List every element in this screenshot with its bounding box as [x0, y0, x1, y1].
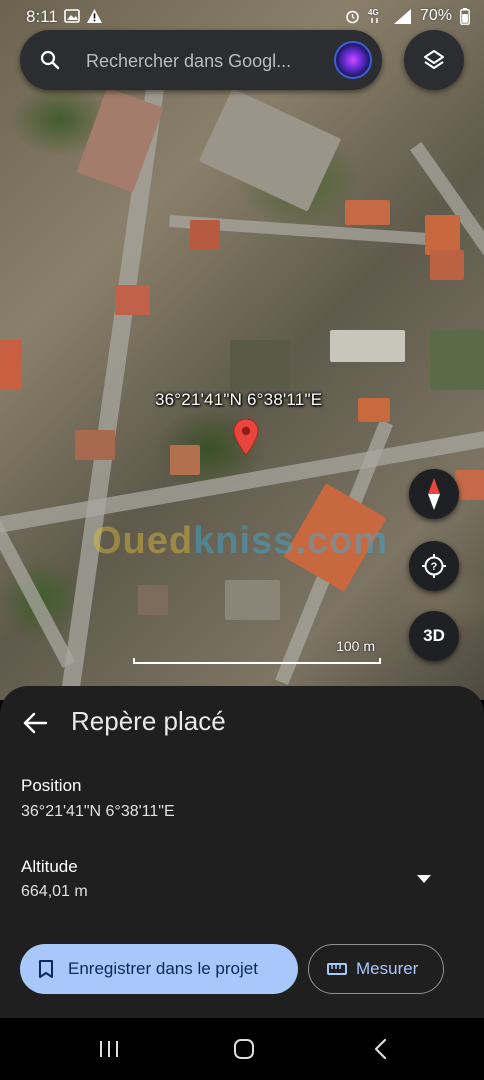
layers-button[interactable] [404, 30, 464, 90]
recent-apps-icon [100, 1041, 118, 1057]
pin-coordinate-label: 36°21'41"N 6°38'11"E [155, 390, 323, 409]
map-road [0, 520, 76, 668]
battery-icon [460, 7, 470, 25]
measure-button[interactable]: Mesurer [308, 944, 444, 994]
layers-icon [424, 50, 444, 69]
map-building [225, 580, 280, 620]
sheet-title: Repère placé [71, 706, 226, 736]
watermark: Ouedkniss.com [92, 520, 388, 562]
back-chevron-icon [374, 1038, 387, 1060]
home-button[interactable] [229, 1036, 259, 1062]
account-avatar[interactable] [334, 41, 372, 79]
map-scale-bar: 100 m [133, 638, 383, 664]
map-building [345, 200, 390, 225]
map-building [138, 585, 168, 615]
compass-icon [428, 478, 440, 510]
view-3d-label: 3D [423, 626, 445, 645]
map-building [75, 430, 115, 460]
altitude-value: 664,01 m [21, 883, 88, 900]
map-building [170, 445, 200, 475]
location-pin-icon[interactable] [233, 418, 259, 456]
map-building [115, 285, 150, 315]
map-building [198, 88, 342, 212]
altitude-label: Altitude [21, 857, 78, 876]
battery-level: 70% [419, 7, 452, 24]
map-building [430, 330, 484, 390]
map-building [455, 470, 484, 500]
search-input[interactable] [84, 46, 324, 76]
gallery-icon [64, 9, 80, 23]
system-navigation-bar [0, 1018, 484, 1080]
search-icon [40, 50, 60, 70]
svg-text:?: ? [431, 561, 438, 573]
map-building [190, 220, 220, 250]
save-to-project-button[interactable]: Enregistrer dans le projet [20, 944, 298, 994]
home-icon [234, 1039, 254, 1059]
placemark-bottom-sheet: Repère placé Position 36°21'41"N 6°38'11… [0, 686, 484, 1018]
compass-button[interactable] [409, 469, 459, 519]
dropdown-arrow-icon[interactable] [414, 872, 434, 886]
back-button[interactable] [366, 1036, 396, 1062]
ruler-icon [327, 963, 347, 975]
my-location-icon: ? [422, 554, 446, 578]
map-building [358, 398, 390, 422]
bookmark-icon [39, 960, 53, 978]
status-time: 8:11 [26, 7, 58, 26]
back-arrow-icon[interactable] [22, 710, 48, 736]
sheet-header: Repère placé [0, 686, 484, 758]
map-building [230, 340, 290, 390]
satellite-map[interactable]: Ouedkniss.com 36°21'41"N 6°38'11"E ? 3D … [0, 0, 484, 700]
my-location-button[interactable]: ? [409, 541, 459, 591]
view-3d-button[interactable]: 3D [409, 611, 459, 661]
signal-icon [393, 8, 411, 24]
map-building [425, 215, 460, 255]
position-label: Position [21, 776, 82, 795]
save-to-project-label: Enregistrer dans le projet [68, 959, 258, 978]
network-4g-icon: 4G [368, 8, 379, 23]
scale-bar-line [133, 658, 381, 664]
warning-icon [87, 9, 102, 23]
status-bar: 8:11 4G 70% [0, 0, 484, 34]
alarm-icon [346, 10, 359, 23]
search-bar[interactable] [20, 30, 382, 90]
measure-label: Mesurer [356, 959, 419, 978]
recent-apps-button[interactable] [94, 1036, 124, 1062]
scale-label: 100 m [336, 638, 375, 654]
svg-text:4G: 4G [368, 8, 379, 17]
position-value: 36°21'41"N 6°38'11"E [21, 803, 175, 820]
map-building [430, 250, 464, 280]
map-building [330, 330, 405, 362]
map-building [0, 340, 22, 390]
